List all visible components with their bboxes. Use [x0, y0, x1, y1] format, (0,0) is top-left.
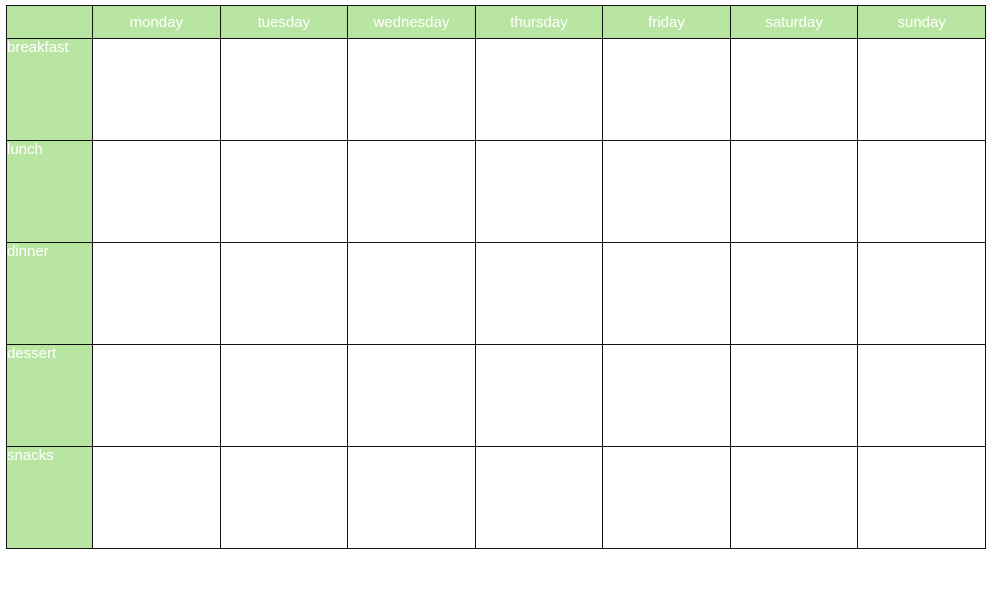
meal-cell-snacks-saturday[interactable] — [729, 446, 859, 549]
header-row: monday tuesday wednesday thursday friday… — [6, 5, 986, 39]
meal-cell-dinner-sunday[interactable] — [857, 242, 986, 345]
meal-cell-lunch-tuesday[interactable] — [219, 140, 349, 243]
meal-planner-table: monday tuesday wednesday thursday friday… — [6, 5, 986, 549]
day-header-wednesday: wednesday — [347, 5, 476, 39]
corner-cell — [6, 5, 93, 39]
meal-label-dessert: dessert — [6, 344, 93, 447]
meal-cell-dessert-tuesday[interactable] — [219, 344, 349, 447]
meal-cell-snacks-wednesday[interactable] — [347, 446, 476, 549]
meal-cell-dessert-saturday[interactable] — [729, 344, 859, 447]
meal-cell-dinner-thursday[interactable] — [474, 242, 604, 345]
meal-row-dinner: dinner — [6, 242, 986, 345]
meal-label-lunch: lunch — [6, 140, 93, 243]
day-header-thursday: thursday — [474, 5, 604, 39]
meal-cell-dinner-monday[interactable] — [92, 242, 221, 345]
day-header-friday: friday — [602, 5, 731, 39]
day-header-sunday: sunday — [857, 5, 986, 39]
meal-cell-dinner-friday[interactable] — [602, 242, 731, 345]
meal-cell-dessert-thursday[interactable] — [474, 344, 604, 447]
meal-cell-snacks-sunday[interactable] — [857, 446, 986, 549]
meal-cell-lunch-friday[interactable] — [602, 140, 731, 243]
meal-row-dessert: dessert — [6, 344, 986, 447]
meal-cell-dessert-friday[interactable] — [602, 344, 731, 447]
meal-cell-snacks-tuesday[interactable] — [219, 446, 349, 549]
day-header-tuesday: tuesday — [219, 5, 349, 39]
meal-cell-dessert-wednesday[interactable] — [347, 344, 476, 447]
meal-cell-breakfast-sunday[interactable] — [857, 38, 986, 141]
meal-cell-breakfast-wednesday[interactable] — [347, 38, 476, 141]
meal-cell-breakfast-friday[interactable] — [602, 38, 731, 141]
day-header-saturday: saturday — [729, 5, 859, 39]
meal-cell-breakfast-tuesday[interactable] — [219, 38, 349, 141]
meal-cell-breakfast-saturday[interactable] — [729, 38, 859, 141]
meal-row-lunch: lunch — [6, 140, 986, 243]
meal-cell-lunch-saturday[interactable] — [729, 140, 859, 243]
meal-cell-snacks-monday[interactable] — [92, 446, 221, 549]
meal-cell-snacks-friday[interactable] — [602, 446, 731, 549]
meal-label-snacks: snacks — [6, 446, 93, 549]
meal-cell-breakfast-monday[interactable] — [92, 38, 221, 141]
meal-cell-lunch-thursday[interactable] — [474, 140, 604, 243]
meal-cell-dinner-tuesday[interactable] — [219, 242, 349, 345]
meal-cell-dessert-monday[interactable] — [92, 344, 221, 447]
meal-cell-lunch-monday[interactable] — [92, 140, 221, 243]
meal-cell-lunch-wednesday[interactable] — [347, 140, 476, 243]
meal-label-dinner: dinner — [6, 242, 93, 345]
meal-label-breakfast: breakfast — [6, 38, 93, 141]
meal-cell-lunch-sunday[interactable] — [857, 140, 986, 243]
meal-row-snacks: snacks — [6, 446, 986, 549]
day-header-monday: monday — [92, 5, 221, 39]
meal-cell-breakfast-thursday[interactable] — [474, 38, 604, 141]
meal-cell-dinner-wednesday[interactable] — [347, 242, 476, 345]
meal-cell-dinner-saturday[interactable] — [729, 242, 859, 345]
meal-cell-dessert-sunday[interactable] — [857, 344, 986, 447]
meal-cell-snacks-thursday[interactable] — [474, 446, 604, 549]
meal-row-breakfast: breakfast — [6, 38, 986, 141]
